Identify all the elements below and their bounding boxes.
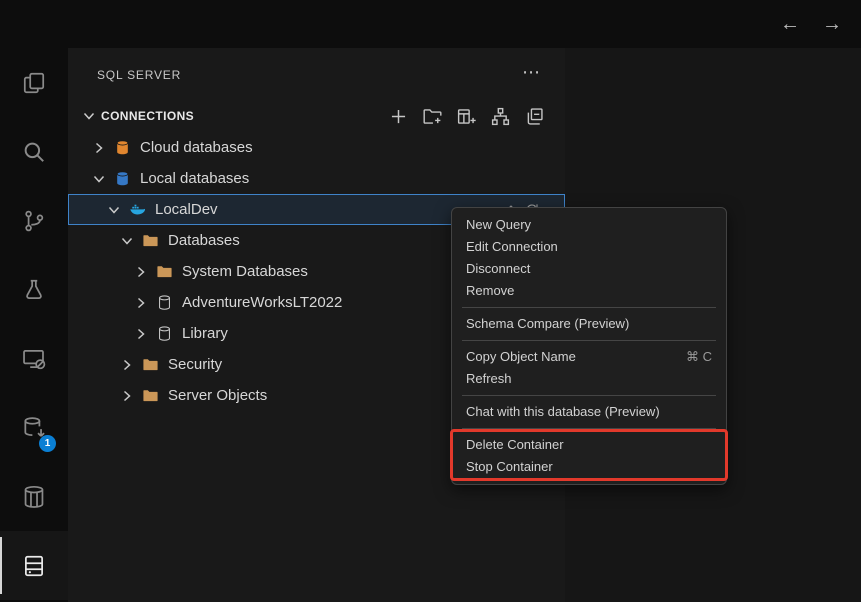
tree-item-label: Databases — [168, 232, 240, 249]
menu-item-label: Copy Object Name — [466, 346, 576, 368]
tree-item-label: LocalDev — [155, 201, 218, 218]
menu-item-disconnect[interactable]: Disconnect — [452, 258, 726, 280]
connections-section-header[interactable]: CONNECTIONS — [68, 102, 565, 130]
screen-disconnect-icon — [21, 346, 47, 372]
connect-to-server-icon[interactable] — [490, 106, 511, 127]
server-icon — [21, 553, 47, 579]
chevron-down-icon[interactable] — [91, 171, 107, 187]
folder-icon — [142, 387, 159, 404]
folder-icon — [142, 356, 159, 373]
activitybar-containers[interactable] — [0, 462, 68, 531]
nav-history: ← → — [777, 0, 845, 48]
menu-item-stop-container[interactable]: Stop Container — [452, 456, 726, 478]
activitybar-explorer[interactable] — [0, 48, 68, 117]
branch-icon — [21, 208, 47, 234]
folder-icon — [156, 263, 173, 280]
chevron-right-icon[interactable] — [91, 140, 107, 156]
database-icon — [156, 325, 173, 342]
flask-icon — [21, 277, 47, 303]
tree-item-label: Cloud databases — [140, 139, 253, 156]
more-actions-icon[interactable]: ⋯ — [522, 62, 541, 83]
database-blue-icon — [114, 170, 131, 187]
section-label: CONNECTIONS — [101, 109, 194, 123]
collapse-all-icon[interactable] — [524, 106, 545, 127]
chevron-right-icon[interactable] — [119, 388, 135, 404]
database-icon — [156, 294, 173, 311]
forward-arrow-icon[interactable]: → — [819, 13, 845, 36]
titlebar: ← → — [0, 0, 861, 48]
tree-item-label: AdventureWorksLT2022 — [182, 294, 342, 311]
container-barrel-icon — [21, 484, 47, 510]
menu-item-copy-object-name[interactable]: Copy Object Name ⌘ C — [452, 346, 726, 368]
tree-item-label: Library — [182, 325, 228, 342]
activitybar-search[interactable] — [0, 117, 68, 186]
new-connection-group-icon[interactable] — [422, 106, 443, 127]
add-connection-icon[interactable] — [388, 106, 409, 127]
tree-item-local-databases[interactable]: Local databases — [68, 163, 565, 194]
docker-whale-icon — [129, 201, 146, 218]
sidebar-title: SQL SERVER — [97, 68, 181, 82]
menu-item-new-query[interactable]: New Query — [452, 214, 726, 236]
tree-item-cloud-databases[interactable]: Cloud databases — [68, 132, 565, 163]
menu-shortcut: ⌘ C — [686, 346, 712, 368]
menu-separator — [462, 307, 716, 308]
menu-item-chat-with-database[interactable]: Chat with this database (Preview) — [452, 401, 726, 423]
chevron-down-icon[interactable] — [106, 202, 122, 218]
tree-item-label: Security — [168, 356, 222, 373]
activitybar-source-control[interactable] — [0, 186, 68, 255]
context-menu: New Query Edit Connection Disconnect Rem… — [451, 207, 727, 485]
menu-item-delete-container[interactable]: Delete Container — [452, 434, 726, 456]
folder-icon — [142, 232, 159, 249]
activitybar-database-projects[interactable]: 1 — [0, 393, 68, 462]
menu-separator — [462, 428, 716, 429]
menu-item-edit-connection[interactable]: Edit Connection — [452, 236, 726, 258]
activity-bar: 1 — [0, 48, 68, 602]
section-toolbar — [388, 106, 545, 127]
chevron-right-icon[interactable] — [133, 295, 149, 311]
chevron-down-icon — [81, 108, 97, 124]
chevron-down-icon[interactable] — [119, 233, 135, 249]
tree-item-label: Local databases — [140, 170, 249, 187]
activitybar-testing[interactable] — [0, 255, 68, 324]
search-icon — [21, 139, 47, 165]
new-deployment-icon[interactable] — [456, 106, 477, 127]
chevron-right-icon[interactable] — [133, 264, 149, 280]
menu-item-refresh[interactable]: Refresh — [452, 368, 726, 390]
back-arrow-icon[interactable]: ← — [777, 13, 803, 36]
sidebar-header: SQL SERVER ⋯ — [68, 48, 565, 102]
chevron-right-icon[interactable] — [133, 326, 149, 342]
menu-separator — [462, 395, 716, 396]
tree-item-label: System Databases — [182, 263, 308, 280]
activitybar-remote-explorer[interactable] — [0, 324, 68, 393]
activitybar-sql-server[interactable] — [0, 531, 68, 600]
menu-separator — [462, 340, 716, 341]
chevron-right-icon[interactable] — [119, 357, 135, 373]
tree-item-label: Server Objects — [168, 387, 267, 404]
menu-item-remove[interactable]: Remove — [452, 280, 726, 302]
notification-badge: 1 — [39, 435, 56, 452]
menu-item-schema-compare[interactable]: Schema Compare (Preview) — [452, 313, 726, 335]
database-orange-icon — [114, 139, 131, 156]
copy-icon — [21, 70, 47, 96]
